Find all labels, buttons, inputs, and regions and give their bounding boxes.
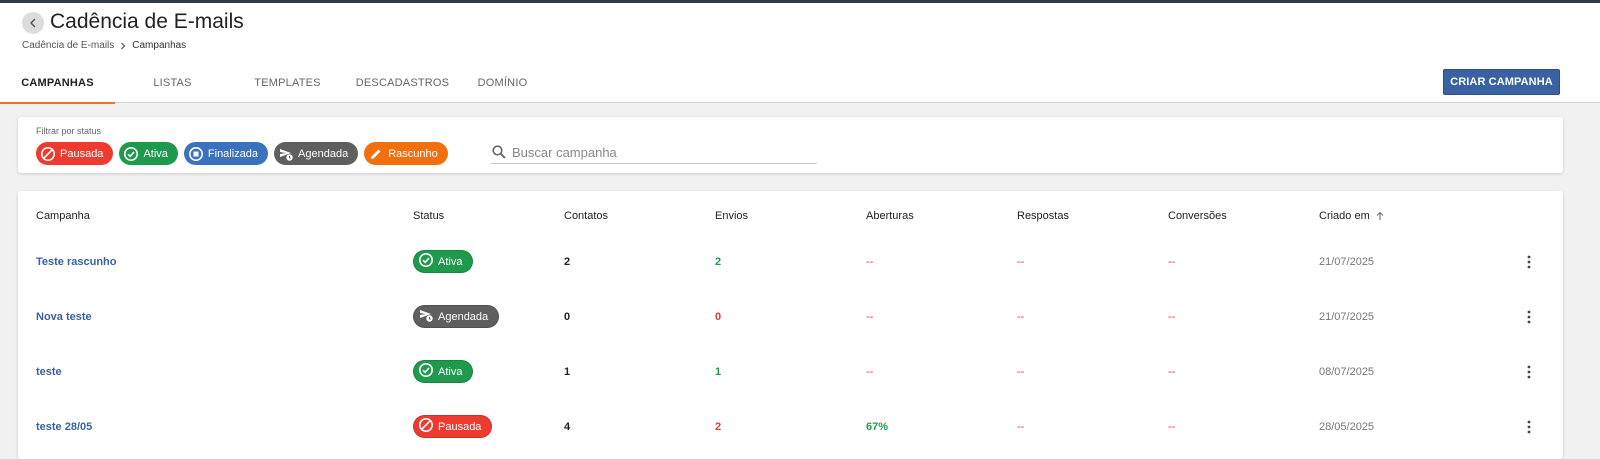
tab-dominio[interactable]: DOMÍNIO: [460, 63, 545, 103]
aberturas-value: --: [866, 310, 874, 323]
envios-value: 1: [715, 365, 722, 378]
aberturas-value: --: [866, 365, 874, 378]
page-title: Cadência de E-mails: [50, 10, 244, 33]
status-label: Pausada: [438, 420, 482, 433]
envios-value: 2: [715, 420, 722, 433]
column-header-contatos[interactable]: Contatos: [564, 210, 608, 222]
table-row[interactable]: teste Ativa 1 1 -- -- -- 08/07/2025: [18, 344, 1563, 399]
create-campaign-button[interactable]: CRIAR CAMPANHA: [1443, 69, 1560, 95]
campaign-name-link[interactable]: teste 28/05: [36, 421, 92, 433]
chip-label: Ativa: [143, 147, 168, 160]
respostas-value: --: [1017, 365, 1025, 378]
check-circle-icon: [418, 252, 434, 271]
table-row[interactable]: teste 28/05 Pausada 4 2 67% -- -- 28/05/…: [18, 399, 1563, 454]
column-header-criado-em[interactable]: Criado em: [1319, 210, 1386, 222]
scheduled-send-icon: [418, 307, 434, 326]
block-icon: [40, 146, 56, 162]
status-filter-chips: Pausada Ativa Finalizada Agendada Rascun…: [36, 142, 448, 165]
respostas-value: --: [1017, 310, 1025, 323]
pencil-icon: [368, 146, 384, 162]
contatos-value: 0: [564, 310, 571, 323]
created-date: 21/07/2025: [1319, 255, 1375, 268]
more-options-button[interactable]: [1521, 309, 1537, 325]
aberturas-value: --: [866, 255, 874, 268]
check-circle-icon: [123, 146, 139, 162]
chevron-left-icon: [30, 18, 36, 28]
chip-label: Agendada: [298, 147, 349, 160]
table-row[interactable]: Nova teste Agendada 0 0 -- -- -- 21/07/2…: [18, 289, 1563, 344]
check-circle-icon: [418, 362, 434, 381]
conversoes-value: --: [1168, 420, 1176, 433]
status-label: Agendada: [438, 310, 489, 323]
created-date: 28/05/2025: [1319, 420, 1375, 433]
campaigns-table: Campanha Status Contatos Envios Abertura…: [18, 191, 1563, 459]
status-badge: Ativa: [413, 360, 474, 383]
back-button[interactable]: [22, 12, 44, 34]
search-icon: [491, 144, 507, 160]
scheduled-send-icon: [278, 146, 294, 162]
status-badge: Agendada: [413, 305, 500, 328]
sort-ascending-icon: [1376, 211, 1384, 220]
filter-chip-rascunho[interactable]: Rascunho: [364, 142, 448, 165]
more-options-button[interactable]: [1521, 254, 1537, 270]
tab-campanhas[interactable]: CAMPANHAS: [0, 63, 115, 104]
stop-circle-icon: [188, 146, 204, 162]
column-header-aberturas[interactable]: Aberturas: [866, 210, 914, 222]
conversoes-value: --: [1168, 310, 1176, 323]
contatos-value: 1: [564, 365, 571, 378]
chevron-right-icon: [121, 42, 126, 49]
respostas-value: --: [1017, 420, 1025, 433]
more-options-button[interactable]: [1521, 364, 1537, 380]
envios-value: 0: [715, 310, 722, 323]
table-row[interactable]: Teste rascunho Ativa 2 2 -- -- -- 21/07/…: [18, 234, 1563, 289]
tab-descadastros[interactable]: DESCADASTROS: [345, 63, 460, 103]
filter-chip-pausada[interactable]: Pausada: [36, 142, 114, 165]
filter-chip-ativa[interactable]: Ativa: [119, 142, 178, 165]
column-header-respostas[interactable]: Respostas: [1017, 210, 1069, 222]
column-header-envios[interactable]: Envios: [715, 210, 748, 222]
filter-chip-agendada[interactable]: Agendada: [274, 142, 359, 165]
conversoes-value: --: [1168, 365, 1176, 378]
more-vert-icon: [1527, 420, 1531, 433]
envios-value: 2: [715, 255, 722, 268]
column-header-conversoes[interactable]: Conversões: [1168, 210, 1227, 222]
created-date: 08/07/2025: [1319, 365, 1375, 378]
more-vert-icon: [1527, 365, 1531, 378]
contatos-value: 4: [564, 420, 571, 433]
filter-chip-finalizada[interactable]: Finalizada: [183, 142, 269, 165]
campaign-name-link[interactable]: Teste rascunho: [36, 256, 117, 268]
column-header-label: Criado em: [1319, 210, 1370, 222]
more-vert-icon: [1527, 255, 1531, 268]
filter-panel: Filtrar por status Pausada Ativa Finaliz…: [18, 117, 1563, 173]
breadcrumb-link[interactable]: Cadência de E-mails: [22, 40, 114, 51]
search-input[interactable]: [512, 144, 812, 160]
more-vert-icon: [1527, 310, 1531, 323]
created-date: 21/07/2025: [1319, 310, 1375, 323]
chip-label: Pausada: [60, 147, 104, 160]
block-icon: [418, 417, 434, 436]
contatos-value: 2: [564, 255, 571, 268]
chip-label: Finalizada: [207, 147, 259, 160]
respostas-value: --: [1017, 255, 1025, 268]
tab-templates[interactable]: TEMPLATES: [230, 63, 345, 103]
chip-label: Rascunho: [388, 147, 438, 160]
tab-listas[interactable]: LISTAS: [115, 63, 230, 103]
search-field: [491, 141, 817, 164]
tab-bar: CAMPANHAS LISTAS TEMPLATES DESCADASTROS …: [0, 63, 545, 104]
status-label: Ativa: [438, 255, 463, 268]
filter-label: Filtrar por status: [36, 126, 102, 136]
status-badge: Pausada: [413, 415, 493, 438]
campaign-name-link[interactable]: Nova teste: [36, 311, 92, 323]
more-options-button[interactable]: [1521, 419, 1537, 435]
status-badge: Ativa: [413, 250, 474, 273]
status-label: Ativa: [438, 365, 463, 378]
breadcrumb-current: Campanhas: [132, 40, 187, 51]
column-header-campanha[interactable]: Campanha: [36, 210, 90, 222]
breadcrumb: Cadência de E-mails Campanhas: [22, 40, 186, 51]
conversoes-value: --: [1168, 255, 1176, 268]
aberturas-value: 67%: [866, 420, 889, 433]
campaign-name-link[interactable]: teste: [36, 366, 62, 378]
page-header: Cadência de E-mails Cadência de E-mails …: [0, 3, 1600, 104]
column-header-status[interactable]: Status: [413, 210, 444, 222]
